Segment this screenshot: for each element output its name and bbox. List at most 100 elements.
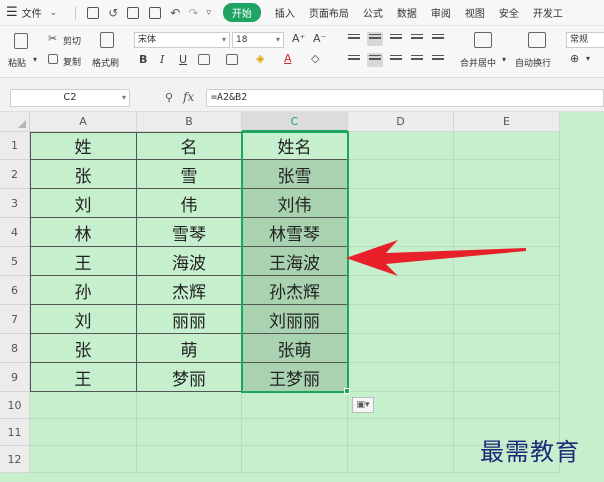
cell-c4[interactable]: 林雪琴 — [242, 218, 348, 247]
cell-a12[interactable] — [30, 446, 137, 473]
indent-icon[interactable] — [409, 32, 425, 46]
cell-d11[interactable] — [348, 419, 454, 446]
cell-e9[interactable] — [454, 363, 560, 392]
italic-button[interactable]: I — [160, 53, 164, 66]
font-color-icon[interactable]: A — [284, 52, 292, 65]
cell-b3[interactable]: 伟 — [137, 189, 242, 218]
currency-icon[interactable]: ⊕ — [570, 52, 579, 65]
font-size-select[interactable]: 18 ▾ — [232, 32, 284, 48]
chevron-down-icon[interactable]: ▾ — [502, 55, 506, 64]
cell-b1[interactable]: 名 — [137, 132, 242, 160]
column-header-e[interactable]: E — [454, 112, 560, 132]
export-icon[interactable]: ↺ — [108, 6, 118, 20]
align-left-icon[interactable] — [346, 53, 362, 67]
merge-center-button[interactable]: 合并居中 — [460, 56, 496, 69]
paste-icon[interactable] — [14, 33, 28, 49]
align-bottom-icon[interactable] — [388, 32, 404, 46]
save-icon[interactable] — [87, 6, 100, 19]
paste-button[interactable]: 粘贴 — [8, 56, 26, 69]
file-menu[interactable]: ☰ 文件 ⌄ — [6, 5, 61, 20]
cell-d12[interactable] — [348, 446, 454, 473]
wrap-text-button[interactable]: 自动换行 — [515, 56, 551, 69]
outdent-icon[interactable] — [430, 32, 446, 46]
row-header-11[interactable]: 11 — [0, 419, 30, 446]
tab-view[interactable]: 视图 — [465, 5, 485, 20]
name-box[interactable]: C2 ▾ — [10, 89, 130, 107]
column-header-b[interactable]: B — [137, 112, 242, 132]
cell-a10[interactable] — [30, 392, 137, 419]
cell-d8[interactable] — [348, 334, 454, 363]
tab-formulas[interactable]: 公式 — [363, 5, 383, 20]
cell-c11[interactable] — [242, 419, 348, 446]
cell-d9[interactable] — [348, 363, 454, 392]
zoom-icon[interactable]: ⚲ — [165, 91, 173, 104]
format-painter-icon[interactable] — [100, 32, 114, 48]
format-painter-button[interactable]: 格式刷 — [92, 56, 119, 69]
wrap-text-icon[interactable] — [528, 32, 546, 48]
cell-b9[interactable]: 梦丽 — [137, 363, 242, 392]
column-header-a[interactable]: A — [30, 112, 137, 132]
cell-b6[interactable]: 杰辉 — [137, 276, 242, 305]
cell-b8[interactable]: 萌 — [137, 334, 242, 363]
cell-b5[interactable]: 海波 — [137, 247, 242, 276]
cell-c2[interactable]: 张雪 — [242, 160, 348, 189]
cell-a9[interactable]: 王 — [30, 363, 137, 392]
cell-c10[interactable] — [242, 392, 348, 419]
cell-b12[interactable] — [137, 446, 242, 473]
tab-data[interactable]: 数据 — [397, 5, 417, 20]
cell-a1[interactable]: 姓 — [30, 132, 137, 160]
customize-icon[interactable]: ▿ — [206, 8, 211, 18]
paste-options-button[interactable]: ▣▾ — [352, 397, 374, 413]
insert-function-button[interactable]: fx — [183, 90, 194, 104]
row-header-4[interactable]: 4 — [0, 218, 30, 247]
cell-a8[interactable]: 张 — [30, 334, 137, 363]
row-header-3[interactable]: 3 — [0, 189, 30, 218]
cell-a6[interactable]: 孙 — [30, 276, 137, 305]
cell-b2[interactable]: 雪 — [137, 160, 242, 189]
cell-d2[interactable] — [348, 160, 454, 189]
cell-b7[interactable]: 丽丽 — [137, 305, 242, 334]
cell-a2[interactable]: 张 — [30, 160, 137, 189]
font-name-select[interactable]: 宋体 ▾ — [134, 32, 230, 48]
row-header-9[interactable]: 9 — [0, 363, 30, 392]
borders-icon[interactable] — [198, 54, 210, 65]
cell-c9[interactable]: 王梦丽 — [242, 363, 348, 392]
clear-format-icon[interactable]: ◇ — [311, 52, 319, 65]
cell-a5[interactable]: 王 — [30, 247, 137, 276]
row-header-12[interactable]: 12 — [0, 446, 30, 473]
cell-c1[interactable]: 姓名 — [242, 132, 348, 160]
cell-c6[interactable]: 孙杰辉 — [242, 276, 348, 305]
print-icon[interactable] — [127, 6, 140, 19]
align-middle-icon[interactable] — [367, 32, 383, 46]
cell-e2[interactable] — [454, 160, 560, 189]
fill-handle[interactable] — [344, 388, 350, 394]
justify-icon[interactable] — [409, 53, 425, 67]
row-header-7[interactable]: 7 — [0, 305, 30, 334]
tab-review[interactable]: 审阅 — [431, 5, 451, 20]
bold-button[interactable]: B — [139, 53, 147, 66]
row-header-1[interactable]: 1 — [0, 132, 30, 160]
select-all-corner[interactable] — [0, 112, 30, 132]
print-preview-icon[interactable] — [149, 6, 162, 19]
cell-b4[interactable]: 雪琴 — [137, 218, 242, 247]
cut-button[interactable]: 剪切 — [63, 34, 81, 47]
cell-a4[interactable]: 林 — [30, 218, 137, 247]
font-shrink-button[interactable]: A⁻ — [313, 32, 326, 45]
copy-button[interactable]: 复制 — [63, 55, 81, 68]
tab-security[interactable]: 安全 — [499, 5, 519, 20]
row-header-2[interactable]: 2 — [0, 160, 30, 189]
row-header-8[interactable]: 8 — [0, 334, 30, 363]
tab-home[interactable]: 开始 — [222, 3, 261, 22]
distributed-icon[interactable] — [430, 53, 446, 67]
row-header-6[interactable]: 6 — [0, 276, 30, 305]
cell-e3[interactable] — [454, 189, 560, 218]
paste-dropdown-icon[interactable]: ▾ — [33, 55, 37, 64]
tab-page-layout[interactable]: 页面布局 — [309, 5, 349, 20]
row-header-5[interactable]: 5 — [0, 247, 30, 276]
cell-c12[interactable] — [242, 446, 348, 473]
align-top-icon[interactable] — [346, 32, 362, 46]
formula-input[interactable]: =A2&B2 — [206, 89, 604, 107]
cell-e10[interactable] — [454, 392, 560, 419]
redo-icon[interactable]: ↷ — [188, 6, 198, 20]
cell-d7[interactable] — [348, 305, 454, 334]
